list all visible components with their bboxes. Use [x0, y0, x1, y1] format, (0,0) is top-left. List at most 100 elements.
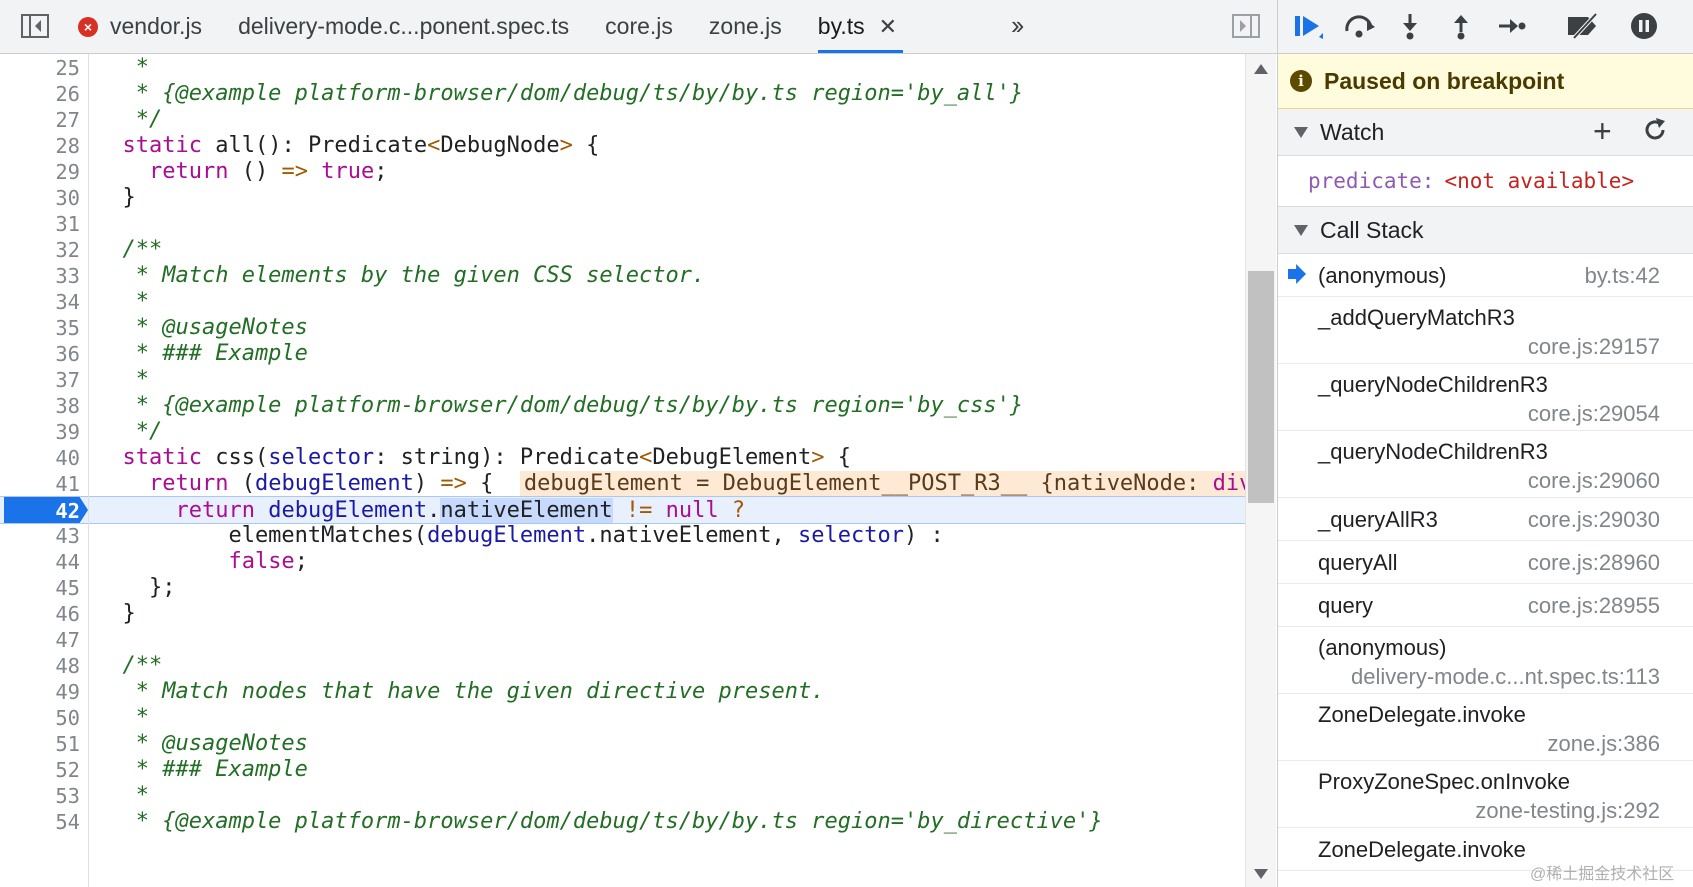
line-number[interactable]: 44 — [0, 548, 80, 576]
call-frame[interactable]: _queryNodeChildrenR3 core.js:29060 — [1278, 431, 1693, 498]
line-number[interactable]: 50 — [0, 704, 80, 732]
code-line[interactable]: 44 false; — [0, 548, 1245, 576]
code-line[interactable]: 47 — [0, 626, 1245, 654]
toggle-navigator-icon[interactable] — [18, 10, 52, 42]
code-editor[interactable]: 25 * 26 * {@example platform-browser/dom/… — [0, 54, 1245, 887]
call-stack-section-header[interactable]: Call Stack — [1278, 207, 1693, 254]
file-tab[interactable]: × vendor.js — [70, 0, 230, 53]
line-number[interactable]: 51 — [0, 730, 80, 758]
call-frame[interactable]: _addQueryMatchR3 core.js:29157 — [1278, 297, 1693, 364]
line-number[interactable]: 36 — [0, 340, 80, 368]
line-number[interactable]: 53 — [0, 782, 80, 810]
line-number[interactable]: 27 — [0, 106, 80, 134]
file-tab[interactable]: delivery-mode.c...ponent.spec.ts — [230, 0, 597, 53]
call-frame[interactable]: query core.js:28955 — [1278, 584, 1693, 627]
code-line[interactable]: 51 * @usageNotes — [0, 730, 1245, 758]
watch-section-header[interactable]: Watch + — [1278, 109, 1693, 156]
code-line[interactable]: 25 * — [0, 54, 1245, 82]
code-line[interactable]: 32 /** — [0, 236, 1245, 264]
call-frame-location[interactable]: core.js:29157 — [1528, 334, 1660, 360]
double-chevron-right-icon[interactable]: ›› — [1011, 10, 1024, 41]
code-line[interactable]: 39 */ — [0, 418, 1245, 446]
line-number[interactable]: 49 — [0, 678, 80, 706]
close-icon[interactable]: ✕ — [879, 14, 897, 40]
watch-expression-row[interactable]: predicate: <not available> — [1278, 156, 1693, 207]
line-number[interactable]: 28 — [0, 132, 80, 160]
refresh-icon[interactable] — [1642, 117, 1668, 150]
code-line[interactable]: 38 * {@example platform-browser/dom/debu… — [0, 392, 1245, 420]
step-into-icon[interactable] — [1392, 10, 1428, 42]
step-out-icon[interactable] — [1443, 10, 1479, 42]
code-line[interactable]: 31 — [0, 210, 1245, 238]
file-tab[interactable]: by.ts ✕ — [810, 0, 925, 53]
resume-icon[interactable] — [1290, 10, 1326, 42]
line-number[interactable]: 47 — [0, 626, 80, 654]
line-number[interactable]: 32 — [0, 236, 80, 264]
call-frame-location[interactable]: core.js:28960 — [1528, 550, 1660, 576]
call-frame-location[interactable]: zone.js:386 — [1547, 731, 1660, 757]
line-number[interactable]: 33 — [0, 262, 80, 290]
code-line[interactable]: 52 * ### Example — [0, 756, 1245, 784]
line-number[interactable]: 37 — [0, 366, 80, 394]
toggle-debugger-icon[interactable] — [1229, 10, 1263, 42]
call-frame-location[interactable]: by.ts:42 — [1585, 263, 1660, 289]
line-number[interactable]: 29 — [0, 158, 80, 186]
call-frame[interactable]: _queryAllR3 core.js:29030 — [1278, 498, 1693, 541]
code-line[interactable]: 29 return () => true; — [0, 158, 1245, 186]
code-line[interactable]: 40 static css(selector: string): Predica… — [0, 444, 1245, 472]
code-line[interactable]: 48 /** — [0, 652, 1245, 680]
step-icon[interactable] — [1494, 10, 1530, 42]
code-line[interactable]: 54 * {@example platform-browser/dom/debu… — [0, 808, 1245, 836]
code-line[interactable]: 30 } — [0, 184, 1245, 212]
line-number[interactable]: 41 — [0, 470, 80, 498]
code-line[interactable]: 27 */ — [0, 106, 1245, 134]
call-frame[interactable]: (anonymous) by.ts:42 — [1278, 254, 1693, 297]
scroll-down-icon[interactable] — [1254, 869, 1268, 879]
current-execution-line[interactable]: 42 return debugElement.nativeElement != … — [0, 496, 1245, 524]
call-frame-location[interactable]: core.js:29054 — [1528, 401, 1660, 427]
file-tab[interactable]: core.js — [597, 0, 701, 53]
code-line[interactable]: 50 * — [0, 704, 1245, 732]
editor-scrollbar[interactable] — [1245, 54, 1276, 887]
code-line[interactable]: 53 * — [0, 782, 1245, 810]
scrollbar-thumb[interactable] — [1248, 271, 1274, 503]
code-line[interactable]: 43 elementMatches(debugElement.nativeEle… — [0, 522, 1245, 550]
code-line[interactable]: 26 * {@example platform-browser/dom/debu… — [0, 80, 1245, 108]
line-number[interactable]: 42 — [0, 497, 80, 525]
line-number[interactable]: 38 — [0, 392, 80, 420]
call-frame-location[interactable]: core.js:29030 — [1528, 507, 1660, 533]
deactivate-breakpoints-icon[interactable] — [1566, 10, 1602, 42]
code-line[interactable]: 36 * ### Example — [0, 340, 1245, 368]
code-line[interactable]: 41 return (debugElement) => { debugEleme… — [0, 470, 1245, 498]
call-frame-location[interactable]: delivery-mode.c...nt.spec.ts:113 — [1351, 664, 1660, 690]
call-frame-location[interactable]: core.js:28955 — [1528, 593, 1660, 619]
line-number[interactable]: 39 — [0, 418, 80, 446]
code-line[interactable]: 46 } — [0, 600, 1245, 628]
code-line[interactable]: 35 * @usageNotes — [0, 314, 1245, 342]
line-number[interactable]: 54 — [0, 808, 80, 836]
code-line[interactable]: 37 * — [0, 366, 1245, 394]
call-frame[interactable]: _queryNodeChildrenR3 core.js:29054 — [1278, 364, 1693, 431]
line-number[interactable]: 40 — [0, 444, 80, 472]
line-number[interactable]: 26 — [0, 80, 80, 108]
file-tab[interactable]: zone.js — [701, 0, 810, 53]
scroll-up-icon[interactable] — [1254, 64, 1268, 74]
line-number[interactable]: 52 — [0, 756, 80, 784]
call-frame[interactable]: queryAll core.js:28960 — [1278, 541, 1693, 584]
step-over-icon[interactable] — [1342, 10, 1378, 42]
call-frame[interactable]: ZoneDelegate.invoke zone.js:386 — [1278, 694, 1693, 761]
line-number[interactable]: 30 — [0, 184, 80, 212]
line-number[interactable]: 34 — [0, 288, 80, 316]
code-line[interactable]: 49 * Match nodes that have the given dir… — [0, 678, 1245, 706]
code-line[interactable]: 28 static all(): Predicate<DebugNode> { — [0, 132, 1245, 160]
line-number[interactable]: 31 — [0, 210, 80, 238]
line-number[interactable]: 46 — [0, 600, 80, 628]
call-frame[interactable]: ProxyZoneSpec.onInvoke zone-testing.js:29… — [1278, 761, 1693, 828]
line-number[interactable]: 35 — [0, 314, 80, 342]
code-line[interactable]: 34 * — [0, 288, 1245, 316]
line-number[interactable]: 43 — [0, 522, 80, 550]
call-frame-location[interactable]: core.js:29060 — [1528, 468, 1660, 494]
pause-on-exceptions-icon[interactable] — [1626, 10, 1662, 42]
code-line[interactable]: 33 * Match elements by the given CSS sel… — [0, 262, 1245, 290]
call-frame-location[interactable]: zone-testing.js:292 — [1475, 798, 1660, 824]
